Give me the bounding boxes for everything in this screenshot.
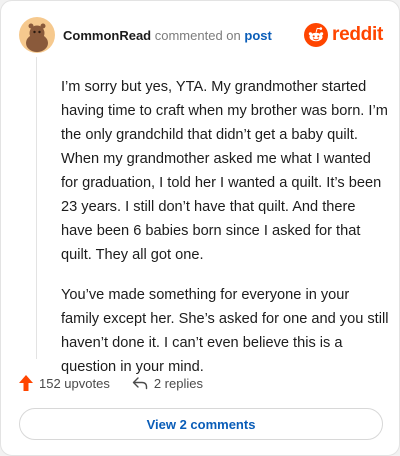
comment-actions: 152 upvotes 2 replies (19, 373, 225, 393)
comment-card: CommonRead commented on post reddit I’m … (0, 0, 400, 456)
upvote-arrow-icon (19, 375, 33, 391)
action-text: commented on (154, 27, 241, 43)
comment-meta: CommonRead commented on post (63, 28, 272, 43)
comment-header: CommonRead commented on post reddit (19, 15, 383, 55)
post-link[interactable]: post (244, 28, 271, 43)
reply-arrow-icon (132, 377, 148, 390)
username[interactable]: CommonRead (63, 28, 151, 43)
avatar[interactable] (19, 17, 55, 53)
comment-paragraph: I’m sorry but yes, YTA. My grandmother s… (61, 79, 388, 263)
reddit-logo-icon (304, 23, 329, 47)
comment-body: I’m sorry but yes, YTA. My grandmother s… (61, 75, 391, 395)
avatar-character-icon (26, 23, 48, 52)
replies-count: 2 replies (153, 375, 203, 391)
replies-button[interactable]: 2 replies (132, 376, 203, 391)
upvote-button[interactable]: 152 upvotes (19, 375, 110, 391)
thread-line (36, 57, 37, 359)
comment-paragraph: You’ve made something for everyone in yo… (61, 287, 389, 375)
upvote-count: 152 upvotes (39, 375, 110, 391)
reddit-brand: reddit (304, 23, 383, 47)
view-comments-button[interactable]: View 2 comments (19, 408, 383, 440)
reddit-wordmark: reddit (332, 24, 383, 45)
